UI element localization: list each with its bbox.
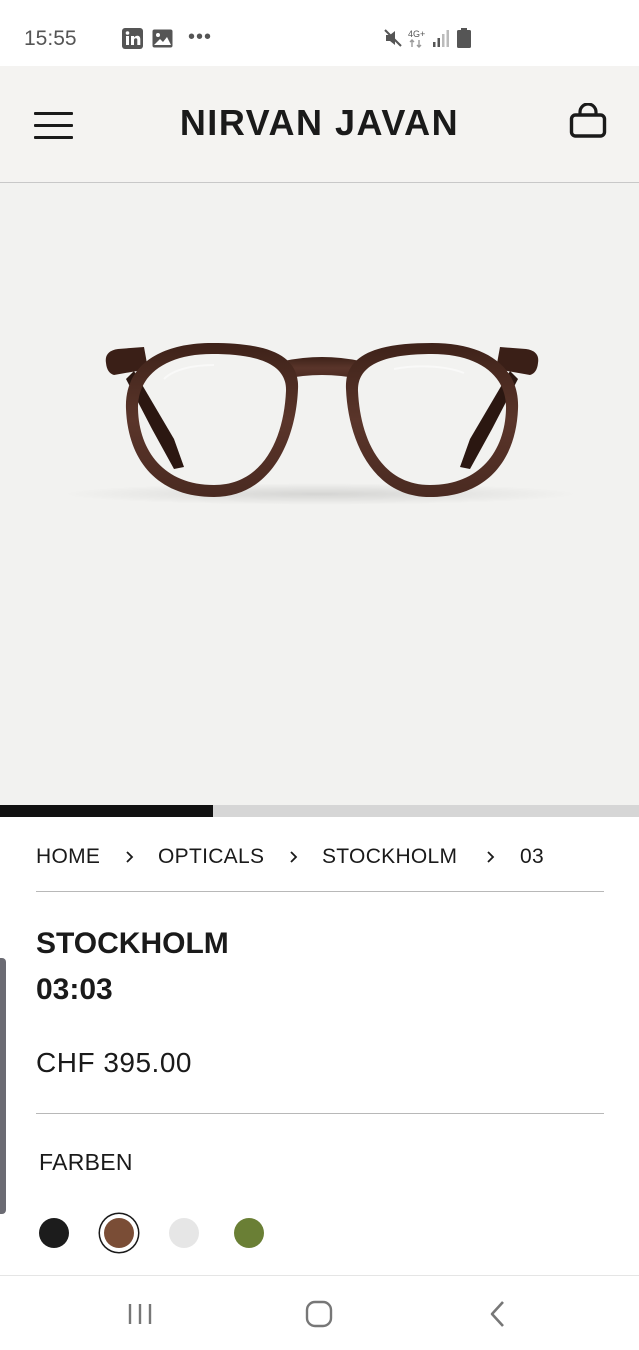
- breadcrumb-stockholm[interactable]: STOCKHOLM: [322, 845, 457, 869]
- color-swatch-olive-green[interactable]: [234, 1218, 264, 1248]
- chevron-right-icon: [487, 851, 495, 863]
- product-title-line1: STOCKHOLM: [36, 927, 229, 960]
- color-swatch-brown[interactable]: [104, 1218, 134, 1248]
- product-title: STOCKHOLM 03:03: [36, 921, 229, 1013]
- color-swatch-light-grey[interactable]: [169, 1218, 199, 1248]
- home-icon[interactable]: [299, 1296, 339, 1332]
- breadcrumb-opticals[interactable]: OPTICALS: [158, 845, 264, 869]
- more-icon: •••: [188, 26, 213, 48]
- eyeglasses-image: [105, 343, 539, 497]
- back-icon[interactable]: [478, 1296, 518, 1332]
- battery-icon: [457, 28, 471, 48]
- network-4g-icon: 4G+: [408, 29, 425, 48]
- product-image[interactable]: [0, 183, 639, 805]
- gallery-icon: [152, 29, 173, 48]
- edge-panel-handle[interactable]: [0, 958, 6, 1214]
- divider: [36, 1113, 604, 1114]
- system-nav-bar: [0, 1275, 639, 1350]
- svg-text:4G+: 4G+: [408, 29, 425, 39]
- breadcrumb-home[interactable]: HOME: [36, 845, 100, 869]
- product-title-line2: 03:03: [36, 973, 113, 1006]
- status-time: 15:55: [24, 27, 77, 50]
- carousel-progress-fill: [0, 805, 213, 817]
- site-header: NIRVAN JAVAN: [0, 66, 639, 183]
- recent-apps-icon[interactable]: [120, 1296, 160, 1332]
- mute-icon: [384, 29, 402, 47]
- color-swatch-black[interactable]: [39, 1218, 69, 1248]
- linkedin-icon: [122, 28, 143, 49]
- divider: [36, 891, 604, 892]
- brand-logo[interactable]: NIRVAN JAVAN: [0, 102, 639, 144]
- signal-icon: [433, 30, 449, 47]
- shopping-bag-icon[interactable]: [569, 103, 607, 139]
- chevron-right-icon: [126, 851, 134, 863]
- status-bar: 15:55 ••• 4G+: [0, 0, 639, 66]
- breadcrumb-current: 03: [520, 845, 544, 868]
- product-price: CHF 395.00: [36, 1047, 192, 1078]
- carousel-progress[interactable]: [0, 805, 639, 817]
- breadcrumb: HOME OPTICALS STOCKHOLM 03: [36, 845, 604, 873]
- colors-label: FARBEN: [39, 1149, 133, 1175]
- chevron-right-icon: [290, 851, 298, 863]
